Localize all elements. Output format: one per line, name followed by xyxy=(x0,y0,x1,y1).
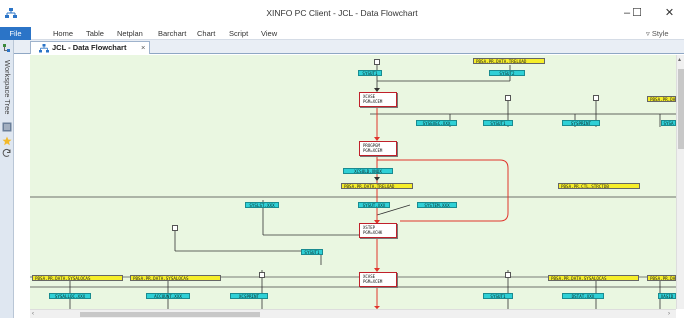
tab-label: JCL - Data Flowchart xyxy=(52,43,127,52)
file-label[interactable]: PBSA.PR.DATA.TRELOAD xyxy=(341,183,413,189)
workspace-dock: Workspace Tree xyxy=(0,40,14,325)
step-program: PGM=XCEM xyxy=(363,147,383,153)
dataset-label[interactable]: ACCOUNT.XXX xyxy=(146,293,190,299)
job-node[interactable] xyxy=(374,59,380,65)
maximize-button[interactable]: ☐ xyxy=(620,0,654,27)
horizontal-scroll-thumb[interactable] xyxy=(80,312,260,317)
dataset-label[interactable]: SYSPRINT xyxy=(562,120,600,126)
horizontal-scrollbar[interactable]: ‹ › xyxy=(30,309,676,318)
close-button[interactable]: ✕ xyxy=(655,0,684,27)
refresh-icon[interactable] xyxy=(2,148,12,158)
file-label[interactable]: PBSA.PR.DATA xyxy=(647,96,676,102)
menu-home[interactable]: Home xyxy=(53,27,73,40)
document-tabs: JCL - Data Flowchart × xyxy=(14,40,684,54)
dataset-label[interactable]: SYSEXEC.XXX xyxy=(416,120,457,126)
dataset-label[interactable]: XASID xyxy=(658,293,676,299)
dataset-label[interactable]: SYSUT2 xyxy=(489,70,525,76)
step-program: PGM=XCEM xyxy=(363,278,383,284)
file-label[interactable]: PBSA.PR.DATA.SYSALOCAS xyxy=(32,275,123,281)
step-node[interactable]: XSTEP PGM=XCHK xyxy=(359,223,397,238)
window-title: XINFO PC Client - JCL - Data Flowchart xyxy=(266,8,418,18)
menu-view[interactable]: View xyxy=(261,27,277,40)
flowchart-connectors xyxy=(30,61,676,309)
dataset-label[interactable]: SYSUT1 xyxy=(301,249,323,255)
job-node[interactable] xyxy=(172,225,178,231)
file-label[interactable]: PBSA.PR.DATA.SYSALOCAS xyxy=(548,275,639,281)
style-menu[interactable]: ▿ Style xyxy=(646,27,669,40)
tab-flowchart-icon xyxy=(39,44,49,53)
title-bar: XINFO PC Client - JCL - Data Flowchart –… xyxy=(0,0,684,27)
step-program: PGM=XCHK xyxy=(363,229,383,235)
tab-close-icon[interactable]: × xyxy=(141,42,145,54)
step-node[interactable]: XCASE PGM=XCEM xyxy=(359,92,397,107)
tab-jcl-data-flowchart[interactable]: JCL - Data Flowchart × xyxy=(30,41,150,54)
file-label[interactable]: PBSA.PR.DATA xyxy=(647,275,676,281)
scroll-up-icon[interactable]: ▴ xyxy=(678,56,681,64)
file-label[interactable]: PBSA.PR.CTL.STRCTDB xyxy=(558,183,640,189)
vertical-scrollbar[interactable]: ▴ xyxy=(676,55,684,309)
scroll-left-icon[interactable]: ‹ xyxy=(32,310,34,318)
file-label[interactable]: PBSA.PR.DATA.SYSALOCAS xyxy=(130,275,221,281)
step-program: PGM=XCEM xyxy=(363,98,383,104)
menu-file[interactable]: File xyxy=(0,27,31,40)
status-strip xyxy=(0,318,684,325)
list-icon[interactable] xyxy=(2,122,12,132)
job-node[interactable] xyxy=(505,95,511,101)
tree-icon[interactable] xyxy=(2,43,12,53)
dataset-label[interactable]: SYSUT1 xyxy=(483,120,513,126)
dataset-label[interactable]: SYSUT.XXX xyxy=(358,202,390,208)
dataset-label[interactable]: XCSOLD.XNDX xyxy=(343,168,393,174)
menu-netplan[interactable]: Netplan xyxy=(117,27,143,40)
menu-chart[interactable]: Chart xyxy=(197,27,215,40)
menu-bar: File Home Table Netplan Barchart Chart S… xyxy=(0,27,684,40)
star-icon[interactable] xyxy=(2,136,12,146)
dataset-label[interactable]: SYSUT1 xyxy=(483,293,513,299)
flowchart-canvas[interactable]: XCASE PGM=XCEM PROGPGM PGM=XCEM XSTEP PG… xyxy=(30,55,676,309)
dataset-label[interactable]: XCSPRINT xyxy=(230,293,268,299)
menu-barchart[interactable]: Barchart xyxy=(158,27,186,40)
dataset-label[interactable]: SYSUT1 xyxy=(358,70,382,76)
dataset-label[interactable]: SYSALLOC.XXX xyxy=(49,293,91,299)
menu-script[interactable]: Script xyxy=(229,27,248,40)
menu-table[interactable]: Table xyxy=(86,27,104,40)
job-node[interactable] xyxy=(593,95,599,101)
job-node[interactable] xyxy=(505,272,511,278)
file-label[interactable]: PBSA.PR.DATA.TRELOAD xyxy=(473,58,545,64)
job-node[interactable] xyxy=(259,272,265,278)
step-node[interactable]: PROGPGM PGM=XCEM xyxy=(359,141,397,156)
dataset-label[interactable]: SYSA xyxy=(661,120,676,126)
dataset-label[interactable]: DSTAT.XXX xyxy=(562,293,604,299)
vertical-scroll-thumb[interactable] xyxy=(678,69,684,149)
dataset-label[interactable]: SYSTEM.XXX xyxy=(417,202,457,208)
dataset-label[interactable]: SYSLST.XXX xyxy=(245,202,279,208)
step-node[interactable]: XCASE PGM=XCEM xyxy=(359,272,397,287)
scroll-right-icon[interactable]: › xyxy=(668,310,670,318)
